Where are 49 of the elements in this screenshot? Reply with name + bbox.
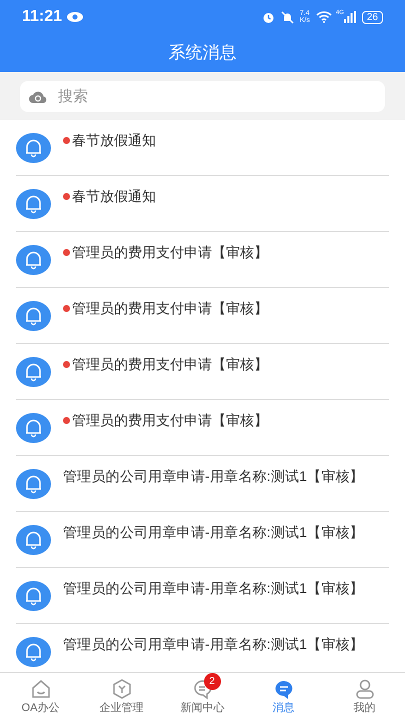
message-title: 管理员的公司用章申请-用章名称:测试1【审核】 <box>63 635 364 654</box>
house-icon <box>30 678 52 700</box>
message-title: 管理员的公司用章申请-用章名称:测试1【审核】 <box>63 467 364 486</box>
bell-icon <box>16 357 51 387</box>
bell-icon <box>16 525 51 555</box>
wifi-icon <box>316 11 332 23</box>
chat-icon <box>192 678 214 700</box>
bell-icon <box>16 189 51 219</box>
eye-icon <box>66 11 84 23</box>
bell-icon <box>16 637 51 667</box>
message-row[interactable]: 管理员的公司用章申请-用章名称:测试1【审核】 <box>16 568 389 624</box>
message-row[interactable]: 春节放假通知 <box>16 120 389 176</box>
bell-off-icon <box>280 10 294 24</box>
bell-icon <box>16 301 51 331</box>
bell-icon <box>16 133 51 163</box>
tab-item[interactable]: 消息 <box>243 673 324 720</box>
tab-item[interactable]: 我的 <box>324 673 405 720</box>
battery-indicator: 26 <box>362 10 383 24</box>
bell-icon <box>16 413 51 443</box>
message-row[interactable]: 管理员的费用支付申请【审核】 <box>16 400 389 456</box>
search-field[interactable]: 搜索 <box>20 80 385 112</box>
message-row[interactable]: 管理员的费用支付申请【审核】 <box>16 288 389 344</box>
bell-icon <box>16 245 51 275</box>
count-badge: 2 <box>204 673 220 690</box>
message-title: 管理员的费用支付申请【审核】 <box>72 355 268 374</box>
message-title: 管理员的公司用章申请-用章名称:测试1【审核】 <box>63 523 364 542</box>
message-title: 管理员的公司用章申请-用章名称:测试1【审核】 <box>63 579 364 598</box>
page-title: 系统消息 <box>168 42 236 64</box>
alarm-icon <box>262 10 275 24</box>
signal-icon <box>344 11 356 23</box>
message-row[interactable]: 管理员的费用支付申请【审核】 <box>16 344 389 400</box>
message-title: 管理员的费用支付申请【审核】 <box>72 299 268 318</box>
hexagon-icon <box>110 678 132 700</box>
message-title: 管理员的费用支付申请【审核】 <box>72 243 268 262</box>
message-row[interactable]: 管理员的公司用章申请-用章名称:测试1【审核】 <box>16 512 389 568</box>
tab-item[interactable]: 企业管理 <box>81 673 162 720</box>
bell-icon <box>16 581 51 611</box>
status-time: 11:21 <box>22 7 62 27</box>
message-row[interactable]: 管理员的费用支付申请【审核】 <box>16 232 389 288</box>
tab-item[interactable]: OA办公 <box>0 673 81 720</box>
message-title: 管理员的费用支付申请【审核】 <box>72 411 268 430</box>
message-title: 春节放假通知 <box>72 131 156 150</box>
message-title: 春节放假通知 <box>72 187 156 206</box>
person-icon <box>354 678 376 700</box>
tab-item[interactable]: 2 新闻中心 <box>162 673 243 720</box>
bell-icon <box>16 469 51 499</box>
message-icon <box>272 678 294 700</box>
message-row[interactable]: 管理员的公司用章申请-用章名称:测试1【审核】 <box>16 456 389 512</box>
message-row[interactable]: 春节放假通知 <box>16 176 389 232</box>
